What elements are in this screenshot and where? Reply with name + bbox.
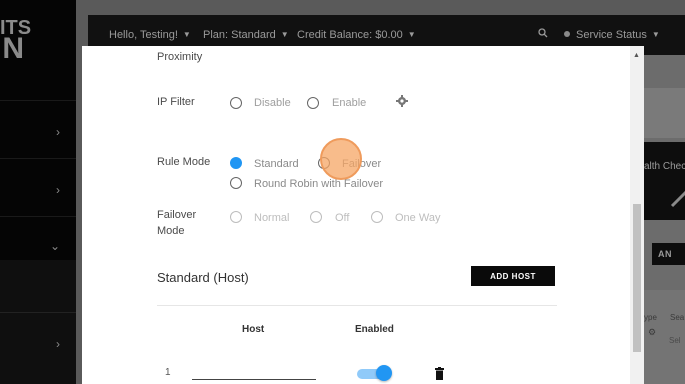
background-panel: [643, 88, 685, 138]
modal-scrollbar[interactable]: ▲: [630, 46, 644, 384]
section-title: Standard (Host): [157, 270, 249, 285]
user-menu[interactable]: Hello, Testing! ▼: [109, 29, 191, 41]
chevron-right-icon: ›: [56, 183, 60, 197]
ip-filter-enable-label[interactable]: Enable: [332, 97, 366, 109]
credit-label: Credit Balance: $0.00: [297, 29, 403, 41]
caret-down-icon: ▼: [280, 30, 289, 39]
failover-mode-normal-radio[interactable]: [230, 211, 242, 223]
caret-down-icon: ▼: [182, 30, 191, 39]
chevron-down-icon: ⌄: [49, 239, 60, 253]
add-host-button[interactable]: ADD HOST: [471, 266, 555, 286]
app-sidebar: ITS N › › ⌄ ›: [0, 0, 76, 384]
service-status-label: Service Status: [576, 29, 647, 41]
rule-mode-round-robin-radio[interactable]: [230, 177, 242, 189]
gear-icon[interactable]: [395, 94, 409, 108]
failover-mode-one-way-radio[interactable]: [371, 211, 383, 223]
gear-icon: ⚙: [648, 327, 657, 337]
host-input[interactable]: [192, 379, 316, 380]
failover-mode-label-line1: Failover: [157, 209, 197, 221]
proximity-label: Proximity: [157, 51, 203, 63]
table-header-enabled: Enabled: [355, 324, 394, 335]
type-header: ype: [644, 313, 657, 322]
rule-mode-standard-label[interactable]: Standard: [254, 158, 299, 170]
enabled-toggle[interactable]: [357, 365, 392, 381]
ip-filter-disable-label[interactable]: Disable: [254, 97, 291, 109]
divider: [157, 305, 557, 306]
failover-mode-label-line2: Mode: [157, 225, 185, 237]
sidebar-item-2[interactable]: ›: [0, 158, 76, 217]
status-dot-icon: [564, 31, 570, 37]
rule-mode-standard-radio[interactable]: [230, 157, 242, 169]
toggle-knob: [376, 365, 392, 381]
rule-mode-round-robin-label[interactable]: Round Robin with Failover: [254, 178, 383, 190]
search-header: Sea: [670, 313, 685, 322]
background-action-button[interactable]: AN: [652, 243, 685, 265]
plan-label: Plan: Standard: [203, 29, 276, 41]
user-greeting: Hello, Testing!: [109, 29, 178, 41]
ip-filter-label: IP Filter: [157, 96, 195, 108]
table-row-number: 1: [165, 367, 171, 378]
table-header-host: Host: [242, 324, 265, 335]
failover-mode-label: Failover Mode: [157, 207, 196, 239]
failover-mode-normal-label[interactable]: Normal: [254, 212, 289, 224]
failover-mode-one-way-label[interactable]: One Way: [395, 212, 440, 224]
arrow-up-icon: [670, 190, 685, 208]
ip-filter-disable-radio[interactable]: [230, 97, 242, 109]
scroll-up-icon[interactable]: ▲: [633, 52, 640, 59]
failover-mode-off-radio[interactable]: [310, 211, 322, 223]
service-status-menu[interactable]: Service Status ▼: [564, 29, 660, 41]
caret-down-icon: ▼: [651, 30, 660, 39]
sidebar-item-1[interactable]: ›: [0, 100, 76, 159]
sidebar-submenu: ›: [0, 260, 76, 384]
health-check-card: [643, 142, 685, 220]
rule-mode-label: Rule Mode: [157, 156, 211, 168]
sidebar-item-4[interactable]: ›: [0, 312, 76, 371]
chevron-right-icon: ›: [56, 125, 60, 139]
plan-menu[interactable]: Plan: Standard ▼: [203, 29, 289, 41]
credit-menu[interactable]: Credit Balance: $0.00 ▼: [297, 29, 416, 41]
caret-down-icon: ▼: [407, 30, 416, 39]
failover-mode-off-label[interactable]: Off: [335, 212, 349, 224]
search-icon[interactable]: [538, 28, 548, 41]
click-indicator: [320, 138, 362, 180]
rule-settings-modal: Proximity IP Filter Disable Enable Rule …: [82, 46, 644, 384]
trash-icon[interactable]: [434, 367, 445, 380]
scroll-thumb[interactable]: [633, 204, 641, 352]
select-placeholder: Sel: [669, 336, 681, 345]
health-check-label: alth Chec: [644, 161, 685, 172]
chevron-right-icon: ›: [56, 337, 60, 351]
ip-filter-enable-radio[interactable]: [307, 97, 319, 109]
brand-line-2: N: [2, 32, 24, 65]
